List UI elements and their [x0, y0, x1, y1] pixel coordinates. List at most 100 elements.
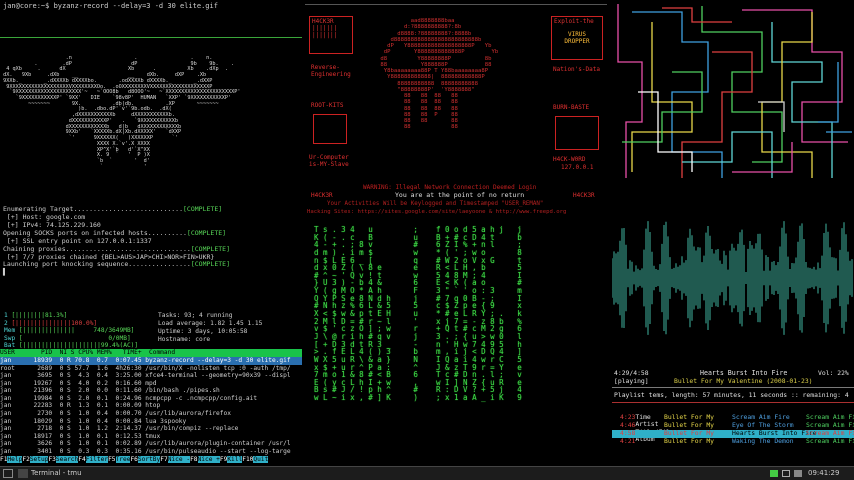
label-ur-computer: Ur-Computer is-MY-Slave: [309, 154, 349, 169]
htop-process-row[interactable]: jan 18939 0 R 70.8 0.7 0:07.45 byzanz-re…: [0, 357, 302, 365]
htop-column-header[interactable]: USER PID NI S CPU% MEM% TIME+ Command: [0, 349, 302, 357]
playlist-title: Waking The Demon: [732, 437, 794, 445]
htop-process-row[interactable]: jan 2718 0 S 1.0 1.2 2:14.37 /usr/bin/co…: [0, 425, 302, 433]
enum-line: ▌: [3, 268, 230, 277]
enum-text: Launching port knocking sequence........…: [3, 260, 191, 269]
enum-text: [+] 7/7 proxies chained {BEL>AUS>JAP>CHI…: [3, 252, 215, 261]
playlist-divider: [612, 402, 854, 403]
htop-uptime: Uptime: 3 days, 10:05:58: [158, 328, 248, 335]
meter-bar: [|||||||||||||||100.0%]: [7, 319, 98, 327]
notice-no-return: You are at the point of no return: [395, 191, 525, 199]
enum-line: Launching port knocking sequence........…: [3, 260, 230, 269]
fn-key-label: Help: [7, 456, 23, 463]
enum-status: [COMPLETE]: [190, 244, 230, 253]
playlist-info: Playlist tems, length: 57 minutes, 11 se…: [614, 391, 849, 399]
playlist-row[interactable]: 4:21 Bullet For My Waking The Demon Scream …: [612, 437, 854, 446]
htop-process-row[interactable]: jan 21396 0 S 2.0 0.0 0:11.60 /bin/bash …: [0, 387, 302, 395]
clock: 09:41:29: [808, 469, 840, 477]
fn-key-label: Nice +: [197, 456, 220, 463]
fn-key-code: F10: [242, 456, 254, 463]
fn-key-search[interactable]: F3Search: [48, 456, 79, 463]
htop-process-row[interactable]: jan 3626 0 S 1.0 0.1 0:02.89 /usr/lib/au…: [0, 440, 302, 448]
fn-key-code: F7: [160, 456, 168, 463]
terminal-pane-matrix[interactable]: T s . 3 4 u ; f 0 o d 5 a h j j K ( - . …: [305, 224, 607, 466]
meter-bar: [|||||||||||||| 748/3649MB]: [15, 327, 135, 335]
ncmpcpp-player[interactable]: 4:29/4:58 Hearts Burst Into Fire [playin…: [612, 366, 854, 466]
progress-divider: [612, 387, 854, 388]
enum-text: [+] Host: google.com: [3, 212, 86, 221]
fn-key-code: F4: [78, 456, 86, 463]
art-line: ` ': [0, 163, 147, 170]
htop-process-row[interactable]: jan 2730 0 S 1.0 0.4 0:00.70 /usr/lib/au…: [0, 410, 302, 418]
fn-key-code: F5: [108, 456, 116, 463]
waveform-visualizer: [612, 221, 853, 335]
htop-process-row[interactable]: root 2689 0 S 57.7 1.6 4h26:30 /usr/bin/…: [0, 365, 302, 373]
skull-line: d8 Y88888888P 8b: [377, 55, 492, 62]
fn-key-help[interactable]: F1Help: [0, 456, 23, 463]
playlist: 4:23 Bullet For My Scream Aim Fire Scream A…: [612, 413, 854, 446]
enum-status: [COMPLETE]: [190, 260, 230, 269]
label-exploit-the: Exploit-the: [554, 18, 594, 25]
hacker-panel-top-right: Exploit-the VIRUS DROPPER: [551, 16, 603, 60]
meter-label: Swp: [4, 334, 16, 342]
fn-key-setup[interactable]: F2Setup: [22, 456, 49, 463]
fn-key-label: Filter: [85, 456, 109, 463]
htop-process-row[interactable]: jan 18029 0 S 1.0 0.4 0:00.84 lua 3spook…: [0, 418, 302, 426]
shell-prompt: jan@core:~$ byzanz-record --delay=3 -d 3…: [3, 2, 218, 10]
fn-key-code: F6: [130, 456, 138, 463]
htop-process-row[interactable]: jan 3695 0 S 4.3 0.4 3:25.00 xfce4-termi…: [0, 372, 302, 380]
tag-h4ck3r-left: H4CK3R: [311, 192, 333, 199]
terminal-pane-pipes[interactable]: [612, 2, 854, 185]
fn-key-kill[interactable]: F9Kill: [219, 456, 243, 463]
label-nations-data: Nation's-Data: [553, 66, 600, 73]
fn-key-sortby[interactable]: F6SortBy: [130, 456, 161, 463]
terminal-window-icon[interactable]: [18, 469, 28, 478]
htop-process-row[interactable]: jan 19984 0 S 2.0 0.1 0:24.96 ncmpcpp -c…: [0, 395, 302, 403]
terminal-pane-elite[interactable]: jan@core:~$ byzanz-record --delay=3 -d 3…: [0, 0, 302, 296]
enum-text: Chaining proxies........................…: [3, 244, 191, 253]
volume-icon[interactable]: [794, 470, 802, 477]
fn-key-label: Search: [55, 456, 79, 463]
taskbar-terminal-button[interactable]: Terminal - tmu: [31, 469, 82, 477]
volume-readout: Vol: 22%: [818, 369, 849, 377]
label-reverse-engineering: Reverse- Engineering: [311, 64, 351, 79]
htop-load: Load average: 1.82 1.45 1.15: [158, 320, 263, 327]
fn-key-tree[interactable]: F5Tree: [108, 456, 131, 463]
htop-process-row[interactable]: jan 3401 0 S 0.3 0.3 0:35.16 /usr/bin/pu…: [0, 448, 302, 456]
enum-text: [+] IPv4: 74.125.229.160: [3, 220, 101, 229]
separator-line: [0, 37, 302, 38]
terminal-pane-hacker-banner[interactable]: H4CK3R ||||||| ||||||| Reverse- Engineer…: [305, 4, 607, 222]
enum-text: Enumerating Target......................…: [3, 205, 184, 213]
enum-text: Opening SOCKS ports on infected hosts...…: [3, 228, 187, 237]
htop-meters: 1 [||||||||81.3%] 2 [|||||||||||||||100.0…: [4, 312, 138, 350]
notice-hacking-sites: Hacking Sites: https://sites.google.com/…: [307, 209, 567, 215]
ascii-art-skull: aad8888888baa d:?8888888888?:8b d8888:?8…: [377, 18, 498, 131]
fn-key-label: Nice -: [167, 456, 191, 463]
fn-key-nice[interactable]: F8Nice +: [190, 456, 220, 463]
playlist-album: Scream Aim Fire: [806, 437, 854, 445]
htop-tasks: Tasks: 93; 4 running: [158, 312, 233, 319]
enumeration-log: Enumerating Target......................…: [3, 205, 230, 277]
htop-meter: 2 [|||||||||||||||100.0%]: [4, 320, 138, 328]
skull-line: dP Y8888888888888P Yb: [377, 49, 499, 56]
hacker-panel-top-left: H4CK3R ||||||| |||||||: [309, 16, 353, 54]
fn-key-nice[interactable]: F7Nice -: [160, 456, 191, 463]
app-menu-icon[interactable]: [3, 469, 13, 478]
htop-process-row[interactable]: jan 19267 0 S 4.0 0.2 0:16.60 mpd: [0, 380, 302, 388]
htop-meter: Mem [|||||||||||||| 748/3649MB]: [4, 327, 138, 335]
tag-h4ck3r-right: H4CK3R: [573, 192, 595, 199]
battery-icon[interactable]: [782, 470, 790, 477]
player-state: [playing]: [614, 377, 649, 385]
htop-process-row[interactable]: jan 22283 0 R 1.3 0.1 0:00.09 htop: [0, 402, 302, 410]
matrix-rain: T s . 3 4 u ; f 0 o d 5 a h j j K ( - . …: [305, 226, 522, 402]
htop-pane[interactable]: 1 [||||||||81.3%] 2 [|||||||||||||||100.0…: [0, 298, 302, 466]
htop-process-row[interactable]: jan 18917 0 S 1.0 0.1 0:12.53 tmux: [0, 433, 302, 441]
fn-key-filter[interactable]: F4Filter: [78, 456, 109, 463]
label-local-ip: 127.0.0.1: [561, 164, 594, 171]
network-icon[interactable]: [770, 470, 778, 477]
htop-meter: Swp [ 0/0MB]: [4, 335, 138, 343]
pipes-animation: [617, 4, 852, 178]
notice-keylogged: Your Activities Will be Keylogged and Ti…: [327, 201, 544, 207]
fn-key-quit[interactable]: F10Quit: [242, 456, 269, 463]
fn-key-code: F2: [22, 456, 30, 463]
